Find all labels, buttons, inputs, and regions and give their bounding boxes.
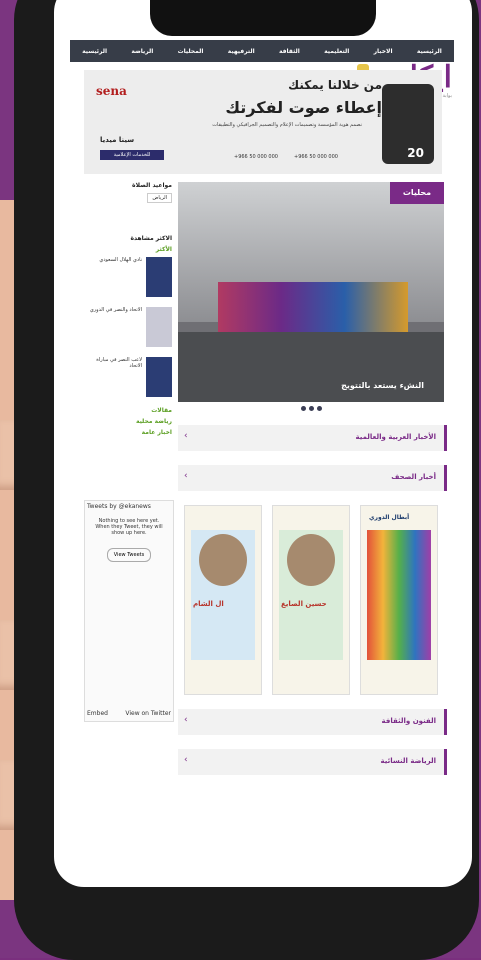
section-header[interactable]: الأخبار العربية والعالمية ‹ [178,425,447,451]
prayer-title: مواعيد الصلاة [132,182,172,189]
main-nav: الرئيسية الاخبار التعليمية الثقافة الترف… [70,40,454,62]
section-header[interactable]: الرياضة النسائية ‹ [178,749,447,775]
cover-headline: ال الشام [193,600,224,608]
list-item-text: نادي الهلال السعودي [99,257,142,263]
list-item[interactable]: الاتحاد والنصر في الدوري [84,307,172,353]
main-content: محليات النشء يستعد بالتتويج الأخبار العر… [178,182,447,789]
banner-phone: +966 50 000 000 [294,154,338,160]
twitter-handle[interactable]: @ekanews [119,503,151,510]
brand-sub: للخدمات الإعلامية [100,150,164,160]
banner-badge: 20 [407,146,424,160]
chevron-left-icon: ‹ [184,471,188,481]
slider-dots [178,406,444,411]
banner-line2: إعطاء صوت لفكرتك [225,98,382,117]
slider-dot[interactable] [308,406,314,411]
phone-screen: ايكا بوابة المرأة والطفل الرئيسية الاخبا… [54,0,472,887]
twitter-message: Nothing to see here yet. When they Tweet… [95,518,163,536]
embed-link[interactable]: Embed [87,710,108,717]
thumbnail [146,257,172,297]
slider-dot[interactable] [316,406,322,411]
slide-caption[interactable]: النشء يستعد بالتتويج [341,381,424,390]
sidebar-link[interactable]: اخبار عامة [84,429,172,436]
featured-slider[interactable]: محليات النشء يستعد بالتتويج [178,182,444,402]
section-header[interactable]: الفنون والثقافة ‹ [178,709,447,735]
ad-banner[interactable]: 20 من خلالنا يمكنك إعطاء صوت لفكرتك نصمم… [84,70,442,174]
section-title: أخبار الصحف [391,473,436,481]
thumbnail [146,357,172,397]
nav-item[interactable]: الاخبار [374,48,393,55]
cover-headline: حسين الصايغ [281,600,327,608]
cover-portrait [199,534,247,586]
list-item[interactable]: لاعب النصر في مباراة الاتحاد [84,357,172,403]
newspaper-gallery: أبطال الدوري حسين الصايغ ال الشام [184,505,438,695]
section-title: الفنون والثقافة [381,717,436,725]
slide-category[interactable]: محليات [390,182,444,204]
thumbnail [146,307,172,347]
view-on-twitter-link[interactable]: View on Twitter [125,710,171,717]
section-title: الأخبار العربية والعالمية [355,433,437,441]
twitter-title: Tweets by [87,503,117,510]
nav-item[interactable]: الترفيهية [228,48,255,55]
slide-floor [178,332,444,402]
slider-dot[interactable] [300,406,306,411]
section-header[interactable]: أخبار الصحف ‹ [178,465,447,491]
newspaper-cover[interactable]: حسين الصايغ [272,505,350,695]
cover-portrait [287,534,335,586]
nav-item[interactable]: التعليمية [324,48,349,55]
nav-item[interactable]: الرئيسية [417,48,442,55]
list-item-text: لاعب النصر في مباراة الاتحاد [96,357,142,369]
twitter-widget: Tweets by @ekanews Nothing to see here y… [84,500,174,722]
view-tweets-button[interactable]: View Tweets [107,548,151,562]
list-item-text: الاتحاد والنصر في الدوري [89,307,142,313]
nav-item[interactable]: الرياضة [131,48,153,55]
chevron-left-icon: ‹ [184,755,188,765]
newspaper-cover[interactable]: ال الشام [184,505,262,695]
phone-notch [150,0,376,36]
prayer-city[interactable]: الرياض [147,193,172,203]
phone-frame: ايكا بوابة المرأة والطفل الرئيسية الاخبا… [14,0,479,960]
newspaper-cover[interactable]: أبطال الدوري [360,505,438,695]
section-title: الرياضة النسائية [380,757,436,765]
nav-item[interactable]: المحليات [178,48,204,55]
slide-mural [218,282,408,338]
chevron-left-icon: ‹ [184,715,188,725]
views-tab[interactable]: الأكثر [84,246,172,253]
banner-line1: من خلالنا يمكنك [288,78,382,92]
cover-headline: أبطال الدوري [369,514,410,521]
brand-name: سينا ميديا [100,136,135,144]
nav-item[interactable]: الرئيسية [82,48,107,55]
brand-logo: sena [96,84,127,98]
chevron-left-icon: ‹ [184,431,188,441]
most-viewed-title: الاكثر مشاهدة [130,235,172,242]
nav-item[interactable]: الثقافة [279,48,300,55]
list-item[interactable]: نادي الهلال السعودي [84,257,172,303]
sidebar-link[interactable]: مقالات [84,407,172,414]
sidebar-link[interactable]: رياضة محلية [84,418,172,425]
banner-phone: +966 50 000 000 [234,154,278,160]
cover-image [367,530,431,660]
banner-body: نصمم هوية المؤسسة وتصميمات الإعلام والتص… [212,122,362,128]
